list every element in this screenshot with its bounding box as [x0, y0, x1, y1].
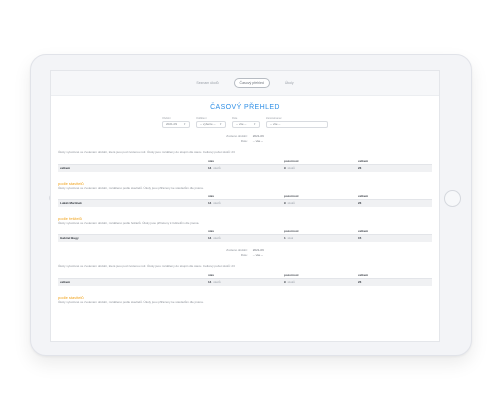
column-header: [58, 158, 208, 164]
main-content: ČASOVÝ PŘEHLED Období 2021-09 ▼ Oddělení…: [51, 103, 439, 304]
cell-state: 14 úkolů: [208, 236, 221, 240]
column-header: pozornost: [284, 229, 299, 233]
column-header: celkem: [358, 273, 369, 277]
nav-item-time-overview[interactable]: Časový přehled: [233, 78, 270, 88]
table-header: stav pozornost celkem: [58, 272, 432, 278]
employee-select[interactable]: -- vše --: [266, 121, 328, 128]
nav-item-tasks[interactable]: Úkoly: [280, 79, 299, 87]
column-header: [58, 272, 208, 278]
column-header: [58, 228, 208, 234]
chevron-down-icon: ▼: [219, 123, 222, 126]
row-name: Gabriel Bugy: [60, 236, 79, 240]
period-value: 2021-09: [252, 134, 264, 138]
role-select[interactable]: -- vše -- ▼: [232, 121, 260, 128]
summary-note: Úkoly vytvořené ve zvoleném období, kter…: [58, 264, 235, 268]
section-note: Úkoly vytvořené ve zvoleném období, rozd…: [58, 186, 204, 190]
cell-total: 15: [358, 236, 362, 240]
period-value: 2021-09: [252, 248, 264, 252]
cell-total: 23: [358, 201, 362, 205]
cell-total: 23: [358, 280, 362, 284]
row-name: celkem: [60, 280, 71, 284]
home-button[interactable]: [444, 190, 461, 207]
app-screen: Seznam úkolů Časový přehled Úkoly ČASOVÝ…: [50, 70, 440, 342]
select-value: -- vše --: [270, 122, 281, 126]
column-header: [58, 193, 208, 199]
column-header: pozornost: [284, 194, 299, 198]
table-row[interactable]: celkem 14 úkolů 9 úkolů 23: [58, 164, 432, 172]
period-summary: Zvolené období: 2021-09 Role: -- vše --: [58, 134, 432, 143]
table-row[interactable]: celkem 14 úkolů 9 úkolů 23: [58, 278, 432, 286]
cell-attention: 9 úkolů: [284, 166, 295, 170]
nav-item-tasks-list[interactable]: Seznam úkolů: [191, 79, 223, 87]
filter-department: Oddělení -- vyberte -- ▼: [196, 117, 226, 128]
summary-note: Úkoly vytvořené ve zvoleném období, kter…: [58, 150, 235, 154]
column-header: stav: [208, 229, 215, 233]
period-summary: Zvolené období: 2021-09 Role: -- vše --: [58, 248, 432, 257]
filter-bar: Období 2021-09 ▼ Oddělení -- vyberte -- …: [58, 117, 432, 128]
column-header: stav: [208, 273, 215, 277]
select-value: -- vyberte --: [200, 122, 216, 126]
department-select[interactable]: -- vyberte -- ▼: [196, 121, 226, 128]
role-label: Role:: [240, 253, 248, 257]
section-note: Úkoly vytvořené ve zvoleném období, rozd…: [58, 221, 200, 225]
cell-total: 23: [358, 166, 362, 170]
column-header: celkem: [358, 194, 369, 198]
row-name: celkem: [60, 166, 71, 170]
column-header: stav: [208, 194, 215, 198]
select-value: -- vše --: [236, 122, 247, 126]
column-header: celkem: [358, 229, 369, 233]
period-label: Zvolené období:: [226, 248, 248, 252]
role-value: -- vše --: [252, 253, 264, 257]
table-header: stav pozornost celkem: [58, 158, 432, 164]
cell-attention: 9 úkolů: [284, 280, 295, 284]
row-name: Lukáš Martinek: [60, 201, 82, 205]
column-header: celkem: [358, 159, 369, 163]
role-label: Role:: [240, 139, 248, 143]
select-value: 2021-09: [166, 122, 178, 126]
column-header: pozornost: [284, 273, 299, 277]
chevron-down-icon: ▼: [183, 123, 186, 126]
table-row[interactable]: Gabriel Bugy 14 úkolů 1 úkol 15: [58, 234, 432, 242]
table-header: stav pozornost celkem: [58, 228, 432, 234]
period-label: Zvolené období:: [226, 134, 248, 138]
column-header: pozornost: [284, 159, 299, 163]
filter-role: Role -- vše -- ▼: [232, 117, 260, 128]
period-select[interactable]: 2021-09 ▼: [162, 121, 190, 128]
cell-state: 14 úkolů: [208, 166, 221, 170]
column-header: stav: [208, 159, 215, 163]
role-value: -- vše --: [252, 139, 264, 143]
cell-state: 14 úkolů: [208, 201, 221, 205]
chevron-down-icon: ▼: [253, 123, 256, 126]
cell-attention: 9 úkolů: [284, 201, 295, 205]
page-title: ČASOVÝ PŘEHLED: [210, 104, 280, 111]
filter-period: Období 2021-09 ▼: [162, 117, 190, 128]
cell-attention: 1 úkol: [284, 236, 294, 240]
table-header: stav pozornost celkem: [58, 193, 432, 199]
top-navigation: Seznam úkolů Časový přehled Úkoly: [51, 71, 439, 96]
table-row[interactable]: Lukáš Martinek 14 úkolů 9 úkolů 23: [58, 199, 432, 207]
filter-employee: Zaměstnanec -- vše --: [266, 117, 328, 128]
cell-state: 14 úkolů: [208, 280, 221, 284]
section-note: Úkoly vytvořené ve zvoleném období, rozd…: [58, 300, 204, 304]
